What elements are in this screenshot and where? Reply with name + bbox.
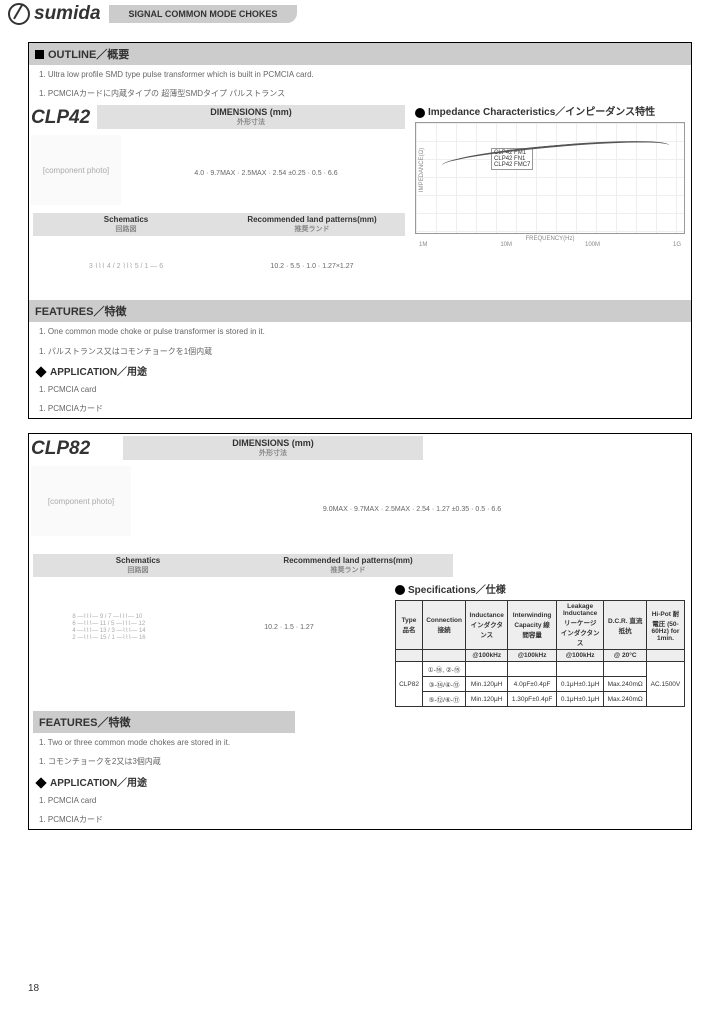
features-hdr-82: FEATURES／特徴 (33, 711, 295, 733)
th-dcr: D.C.R. 直流抵抗 (604, 601, 646, 650)
chart-legend: CLP42 FM1 CLP42 FN1 CLP42 FMC7 (491, 148, 533, 170)
impedance-title: Impedance Characteristics／インピーダンス特性 (428, 107, 655, 118)
features-en-42: 1. One common mode choke or pulse transf… (29, 322, 691, 341)
chart-ylabel: IMPEDANCE(Ω) (419, 148, 425, 192)
dimension-drawing-42: 4.0 · 9.7MAX · 2.5MAX · 2.54 ±0.25 · 0.5… (123, 133, 409, 213)
features-hdr-42: FEATURES／特徴 (29, 300, 691, 322)
brand-logo: sumida (0, 3, 101, 25)
app-hdr-42: APPLICATION／用途 (29, 361, 691, 380)
dim-header-42: DIMENSIONS (mm)外形寸法 (97, 105, 405, 129)
land-pattern-82: 10.2 · 1.5 · 1.27 (189, 577, 389, 677)
features-en-82: 1. Two or three common mode chokes are s… (29, 733, 691, 752)
features-jp-82: 1. コモンチョークを2又は3個内蔵 (29, 752, 691, 771)
section-clp82: CLP82 DIMENSIONS (mm)外形寸法 [component pho… (28, 433, 692, 830)
part-name-clp42: CLP42 (29, 103, 93, 133)
diamond-icon (35, 777, 46, 788)
land-hdr-42: Recommended land patterns(mm)推奨ランド (219, 213, 405, 236)
land-pattern-42: 10.2 · 5.5 · 1.0 · 1.27×1.27 (219, 236, 405, 296)
th-ind: Inductance インダクタンス (466, 601, 508, 650)
app-en-42: 1. PCMCIA card (29, 380, 691, 399)
brand-icon (8, 3, 30, 25)
header-bar: sumida SIGNAL COMMON MODE CHOKES (0, 0, 720, 28)
schematic-42: 3 ⌇⌇⌇ 4 / 2 ⌇⌇⌇ 5 / 1 — 6 (33, 236, 219, 296)
impedance-chart: IMPEDANCE(Ω) CLP42 FM1 CLP42 FN1 CLP42 F… (415, 122, 685, 234)
th-iw: Interwinding Capacity 線間容量 (508, 601, 557, 650)
chart-xticks: 1M10M100M1G (415, 242, 685, 248)
schem-hdr-42: Schematics回路図 (33, 213, 219, 236)
app-hdr-82: APPLICATION／用途 (29, 772, 691, 791)
th-leak: Leakage Inductance リーケージ インダクタンス (556, 601, 604, 650)
impedance-chart-col: Impedance Characteristics／インピーダンス特性 IMPE… (409, 103, 691, 296)
page-number: 18 (28, 983, 39, 994)
product-image-42: [component photo] (31, 135, 121, 205)
outline-header: OUTLINE／概要 (29, 43, 691, 65)
th-hipot: Hi-Pot 耐電圧 (50-60Hz) for 1min. (646, 601, 684, 650)
bullet-icon (415, 108, 425, 118)
app-jp-82: 1. PCMCIAカード (29, 810, 691, 829)
brand-text: sumida (34, 3, 101, 25)
th-conn: Connection 接続 (423, 601, 466, 650)
dim-header-82: DIMENSIONS (mm)外形寸法 (123, 436, 423, 460)
app-jp-42: 1. PCMCIAカード (29, 399, 691, 418)
app-en-82: 1. PCMCIA card (29, 791, 691, 810)
features-jp-42: 1. パルストランス又はコモンチョークを1個内蔵 (29, 342, 691, 361)
section-clp42: OUTLINE／概要 1. Ultra low profile SMD type… (28, 42, 692, 419)
outline-text-jp: 1. PCMCIAカードに内蔵タイプの 超薄型SMDタイプ パルストランス (29, 84, 691, 103)
spec-row: ③-⑭/④-⑬ Min.120μH 4.0pF±0.4pF 0.1μH±0.1μ… (396, 677, 685, 692)
spec-title: Specifications／仕様 (395, 581, 685, 596)
outline-text-en: 1. Ultra low profile SMD type pulse tran… (29, 65, 691, 84)
diamond-icon (35, 366, 46, 377)
outline-title: OUTLINE／概要 (48, 46, 129, 62)
schematic-82: 8 —⌇⌇⌇— 9 / 7 —⌇⌇⌇— 106 —⌇⌇⌇— 11 / 5 —⌇⌇… (29, 577, 189, 677)
schem-hdr-82: Schematics回路図 (33, 554, 243, 577)
spec-table: Type 品名 Connection 接続 Inductance インダクタンス… (395, 600, 685, 707)
dimension-drawing-82: 9.0MAX · 9.7MAX · 2.5MAX · 2.54 · 1.27 ±… (133, 464, 691, 554)
spec-row: ⑤-⑫/⑥-⑪ Min.120μH 1.30pF±0.4pF 0.1μH±0.1… (396, 692, 685, 707)
land-hdr-82: Recommended land patterns(mm)推奨ランド (243, 554, 453, 577)
product-image-82: [component photo] (31, 466, 131, 536)
th-type: Type 品名 (396, 601, 423, 650)
spec-row: CLP82 ①-⑯, ②-⑮ AC.1500V (396, 662, 685, 677)
part-name-clp82: CLP82 (29, 434, 93, 464)
category-tab: SIGNAL COMMON MODE CHOKES (109, 5, 298, 23)
bullet-icon (395, 585, 405, 595)
